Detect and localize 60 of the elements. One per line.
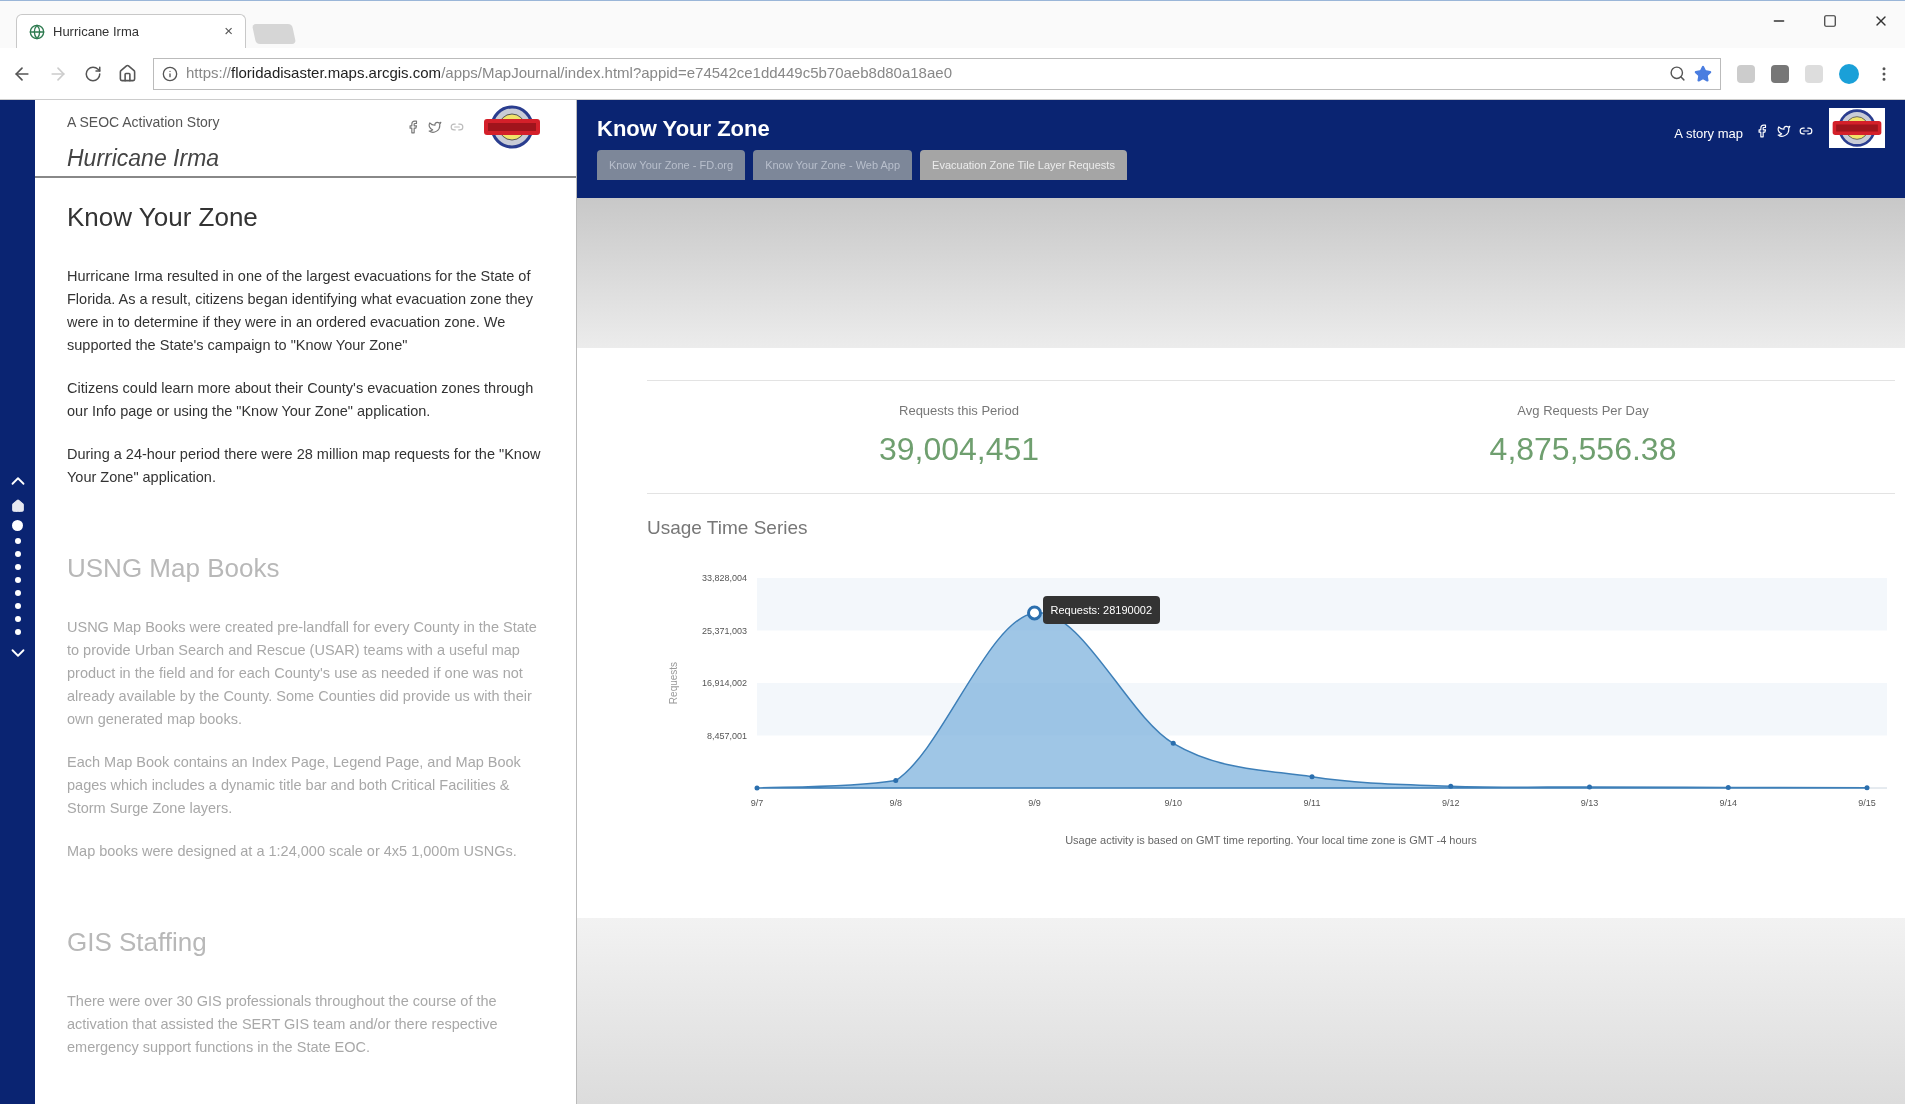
link-icon[interactable] (1799, 124, 1813, 138)
section-heading: USNG Map Books (67, 551, 281, 585)
y-axis-label: Requests (668, 661, 679, 705)
highlighted-point[interactable] (1027, 605, 1042, 621)
section-heading: Know Your Zone (67, 200, 259, 234)
section-paragraph: There were over 30 GIS professionals throughout the course of the activation that assisted the SERT GIS team and/or there respective emergency support functions in the State EOC. (67, 991, 499, 1057)
y-tick-label: 8,457,001 (706, 730, 747, 741)
tab-close[interactable]: × (224, 20, 233, 43)
data-point (1864, 785, 1870, 791)
x-tick-label: 9/9 (1028, 798, 1041, 808)
stat-label: Requests this Period (899, 402, 1019, 420)
section-paragraph: Map books were designed at a 1:24,000 scale or 4x5 1,000m USNGs. (67, 841, 518, 861)
data-point (1587, 784, 1592, 790)
reload-icon[interactable] (84, 64, 102, 83)
y-tick-label: 16,914,002 (701, 678, 747, 688)
chart-footnote: Usage activity is based on GMT time reporting. Your local time zone is GMT -4 hours (1065, 833, 1477, 848)
globe-icon (29, 23, 45, 40)
data-point (1170, 740, 1176, 746)
facebook-icon[interactable] (1755, 124, 1769, 138)
chart-title: Usage Time Series (647, 515, 809, 540)
bookmark-star-icon[interactable] (1694, 64, 1712, 83)
x-tick-label: 9/11 (1303, 798, 1321, 808)
x-tick-label: 9/15 (1858, 798, 1876, 808)
data-point (1309, 774, 1315, 780)
x-tick-label: 9/14 (1719, 798, 1737, 808)
y-tick-label: 33,828,004 (701, 573, 747, 583)
zoom-icon[interactable] (1669, 65, 1686, 82)
maximize-icon[interactable] (1823, 14, 1837, 28)
stat-label: Avg Requests Per Day (1517, 402, 1649, 420)
y-tick-label: 25,371,003 (701, 625, 747, 636)
address-bar[interactable]: https://floridadisaster.maps.arcgis.com/apps/MapJournal/index.html?appid=e74542ce1dd449c5b70aeb8d80a18ae0 (153, 57, 1721, 90)
data-point (1448, 783, 1454, 789)
stat-value: 39,004,451 (878, 429, 1040, 469)
section-paragraph: Citizens could learn more about their County's evacuation zones through our Info page or using the "Know Your Zone" application. (67, 378, 535, 421)
x-tick-label: 9/12 (1442, 798, 1460, 808)
story-title: Hurricane Irma (67, 144, 221, 173)
x-tick-label: 9/8 (889, 798, 902, 808)
main-title: Know Your Zone (597, 115, 771, 143)
extension-icon[interactable] (1771, 64, 1789, 83)
data-point (893, 778, 899, 784)
section-paragraph: Each Map Book contains an Index Page, Legend Page, and Map Book pages which includes a dynamic title bar and both Critical Facilities & Storm Surge Zone layers. (67, 752, 522, 818)
x-tick-label: 9/10 (1164, 798, 1182, 808)
url-text: https://floridadisaster.maps.arcgis.com/apps/MapJournal/index.html?appid=e74542ce1dd449c5b70aeb8d80a18ae0 (186, 63, 953, 84)
info-icon (162, 65, 178, 82)
x-tick-label: 9/13 (1580, 798, 1599, 808)
data-point (754, 785, 760, 791)
chart-tooltip: Requests: 28190002 (1042, 595, 1161, 625)
data-point (1725, 784, 1731, 790)
stat-value: 4,875,556.38 (1489, 429, 1677, 469)
x-tick-label: 9/7 (750, 798, 764, 808)
story-subtitle: A SEOC Activation Story (67, 113, 221, 132)
browser-tab[interactable]: Hurricane Irma × (16, 14, 246, 48)
section-paragraph: During a 24-hour period there were 28 million map requests for the "Know Your Zone" application. (67, 444, 542, 487)
story-map-label: A story map (1674, 125, 1743, 143)
home-icon[interactable] (118, 64, 137, 83)
tab-title: Hurricane Irma (53, 22, 140, 41)
section-paragraph: Hurricane Irma resulted in one of the largest evacuations for the State of Florida. As a result, citizens began identifying what evacuation zone they were in to determine if they were in an ordered evacuation zone. We supported the State's campaign to "Know Your Zone" (67, 266, 534, 355)
section-heading: GIS Staffing (67, 925, 208, 959)
extension-icon[interactable] (1839, 63, 1859, 84)
section-paragraph: USNG Map Books were created pre-landfall for every County in the State to provide Urban Search and Rescue (USAR) teams with a useful map product in the field and for each County's use as needed if one was not already available by the County. Some Counties did provide us with their own generated map books. (67, 617, 538, 729)
